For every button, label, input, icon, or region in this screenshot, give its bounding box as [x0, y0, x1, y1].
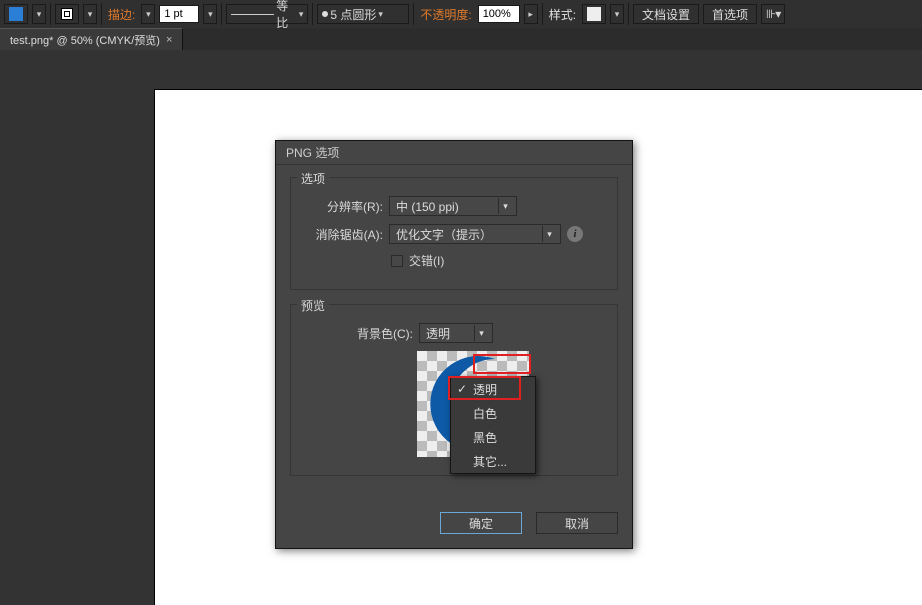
fill-swatch[interactable] [4, 4, 28, 24]
dash-label: 等比 [276, 0, 297, 31]
divider-icon [542, 3, 543, 25]
style-swatch[interactable] [582, 4, 606, 24]
line-sample-icon [231, 14, 274, 15]
chevron-down-icon: ▾ [88, 9, 93, 20]
sliders-icon: ⊪▾ [766, 7, 780, 21]
fill-swatch-dropdown[interactable]: ▾ [32, 4, 46, 24]
bgcolor-option-black[interactable]: 黑色 [451, 425, 535, 449]
brush-dropdown[interactable]: 5 点圆形 ▾ [317, 4, 409, 24]
interlaced-checkbox[interactable] [391, 255, 403, 267]
preferences-button[interactable]: 首选项 [703, 4, 757, 24]
antialias-label: 消除锯齿(A): [301, 226, 383, 243]
brush-label: 5 点圆形 [330, 6, 376, 23]
document-tabs: test.png* @ 50% (CMYK/预览) × [0, 28, 922, 50]
divider-icon [221, 3, 222, 25]
png-options-dialog: PNG 选项 选项 分辨率(R): 中 (150 ppi) ▾ 消除锯齿(A):… [275, 140, 633, 549]
bgcolor-dropdown[interactable]: 透明 ▾ [419, 323, 493, 343]
stroke-swatch[interactable] [55, 4, 79, 24]
options-group: 选项 分辨率(R): 中 (150 ppi) ▾ 消除锯齿(A): 优化文字（提… [290, 177, 618, 290]
opacity-input[interactable]: 100% [478, 5, 520, 23]
divider-icon [50, 3, 51, 25]
dash-pattern-dropdown[interactable]: 等比 ▾ [226, 4, 308, 24]
stroke-label: 描边: [106, 6, 137, 23]
document-tab[interactable]: test.png* @ 50% (CMYK/预览) × [0, 28, 183, 50]
stroke-width-input[interactable]: 1 pt [159, 5, 199, 23]
check-icon: ✓ [455, 382, 469, 396]
close-icon[interactable]: × [166, 34, 172, 46]
more-options-button[interactable]: ⊪▾ [761, 4, 785, 24]
style-label: 样式: [547, 6, 578, 23]
interlaced-label: 交错(I) [409, 252, 444, 269]
ok-button[interactable]: 确定 [440, 512, 522, 534]
options-group-label: 选项 [297, 170, 329, 187]
bgcolor-option-transparent[interactable]: ✓ 透明 [451, 377, 535, 401]
divider-icon [312, 3, 313, 25]
top-control-bar: ▾ ▾ 描边: ▾ 1 pt ▾ 等比 ▾ 5 点圆形 ▾ 不透明度: 100%… [0, 0, 922, 28]
brush-dot-icon [322, 11, 328, 17]
preview-group-label: 预览 [297, 297, 329, 314]
tab-title: test.png* @ 50% (CMYK/预览) [10, 32, 160, 48]
chevron-down-icon: ▾ [474, 325, 488, 341]
chevron-down-icon: ▾ [542, 226, 556, 242]
stroke-decrease[interactable]: ▾ [141, 4, 155, 24]
chevron-down-icon: ▾ [498, 198, 512, 214]
stroke-width-dropdown[interactable]: ▾ [203, 4, 217, 24]
divider-icon [628, 3, 629, 25]
resolution-label: 分辨率(R): [301, 198, 383, 215]
divider-icon [413, 3, 414, 25]
antialias-dropdown[interactable]: 优化文字（提示） ▾ [389, 224, 561, 244]
dialog-title: PNG 选项 [276, 141, 632, 165]
info-icon[interactable]: i [567, 226, 583, 242]
style-dropdown[interactable]: ▾ [610, 4, 624, 24]
resolution-dropdown[interactable]: 中 (150 ppi) ▾ [389, 196, 517, 216]
opacity-label: 不透明度: [418, 6, 473, 23]
cancel-button[interactable]: 取消 [536, 512, 618, 534]
bgcolor-popup: ✓ 透明 白色 黑色 其它... [450, 376, 536, 474]
bgcolor-option-white[interactable]: 白色 [451, 401, 535, 425]
chevron-down-icon: ▾ [37, 9, 42, 20]
bgcolor-option-other[interactable]: 其它... [451, 449, 535, 473]
document-setup-button[interactable]: 文档设置 [633, 4, 699, 24]
divider-icon [101, 3, 102, 25]
opacity-dropdown[interactable]: ▸ [524, 4, 538, 24]
stroke-swatch-dropdown[interactable]: ▾ [83, 4, 97, 24]
bgcolor-label: 背景色(C): [301, 325, 413, 342]
